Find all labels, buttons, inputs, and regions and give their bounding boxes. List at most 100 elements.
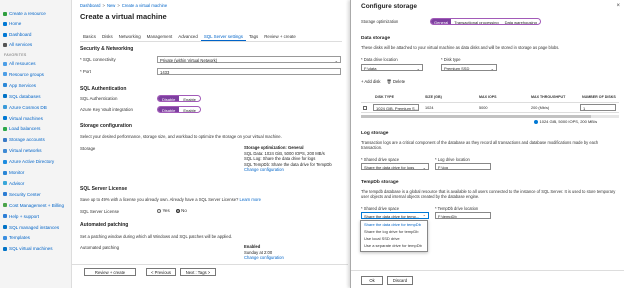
opt-data-warehousing[interactable]: Data warehousing [502, 19, 540, 24]
row-checkbox[interactable] [363, 106, 367, 110]
sidebar-item-label: App Services [9, 82, 37, 88]
change-patching-config-link[interactable]: Change configuration [244, 255, 284, 261]
chevron-down-icon: ⌄ [490, 65, 494, 71]
sidebar-item-storage-accounts[interactable]: Storage accounts [3, 136, 45, 143]
dropdown-option[interactable]: Use local SSD drive [361, 235, 427, 242]
tab-basics[interactable]: Basics [80, 33, 99, 41]
toggle-enable[interactable]: Enable [179, 107, 199, 112]
sidebar-item-label: Azure Cosmos DB [9, 104, 47, 110]
breadcrumb-create-vm[interactable]: Create a virtual machine [122, 3, 167, 8]
disk-type-cell-select[interactable]: 1024 GiB, Premium S... [373, 104, 419, 111]
col-max-iops: MAX IOPS [479, 95, 497, 99]
balance-icon [3, 126, 7, 131]
sidebar-item-sql-virtual-machines[interactable]: SQL virtual machines [3, 245, 53, 252]
next-button[interactable]: Next : Tags > [180, 268, 216, 276]
ok-button[interactable]: Ok [361, 276, 383, 285]
dropdown-option[interactable]: Share the log drive for tempDb [361, 228, 427, 235]
database-icon [3, 94, 7, 99]
sidebar-item-label: SQL managed instances [9, 224, 60, 230]
storage-section-title: Storage configuration [80, 123, 132, 129]
sidebar-item-label: Monitor [9, 170, 25, 175]
breadcrumb-dashboard[interactable]: Dashboard [80, 3, 101, 8]
sidebar-item-create-resource[interactable]: Create a resource [3, 10, 46, 17]
sqlvm-icon [3, 246, 7, 251]
sidebar-item-home[interactable]: Home [3, 20, 21, 27]
favorites-header: FAVORITES [4, 53, 27, 57]
tab-management[interactable]: Management [144, 33, 176, 41]
security-section-title: Security & Networking [80, 46, 134, 52]
breadcrumb-new[interactable]: New [107, 3, 115, 8]
sidebar-item-help-support[interactable]: Help + support [3, 213, 39, 220]
storage-summary-info: 1024 GiB, 5000 IOPS, 200 MB/s [534, 119, 597, 124]
delete-button[interactable]: 🗑 Delete [386, 79, 405, 85]
port-input[interactable]: 1433 [157, 68, 341, 75]
opt-transactional[interactable]: Transactional processing [451, 19, 501, 24]
sidebar-item-virtual-machines[interactable]: Virtual machines [3, 115, 43, 122]
keyvault-toggle[interactable]: Disable Enable [157, 106, 201, 113]
disk-type-select[interactable]: Premium SSD ⌄ [441, 64, 497, 71]
tempdb-shared-drive-select[interactable]: Share the data drive for temp... ⌃ [361, 212, 429, 219]
tempdb-drive-location-label: * TempDb drive location [435, 206, 479, 211]
sidebar-item-dashboard[interactable]: Dashboard [3, 31, 31, 38]
log-drive-location-label: * Log drive location [435, 157, 470, 162]
col-disk-type: DISK TYPE [375, 95, 394, 99]
storage-optimization-label: Storage optimization [361, 19, 399, 24]
sidebar-item-resource-groups[interactable]: Resource groups [3, 71, 44, 78]
number-of-disks-input[interactable]: 1 [580, 104, 616, 111]
review-create-button[interactable]: Review + create [84, 268, 136, 276]
tempdb-storage-title: TempDb storage [361, 180, 399, 185]
home-icon [3, 21, 7, 26]
storage-label: Storage [80, 146, 96, 151]
toggle-disable[interactable]: Disable [158, 107, 180, 112]
license-no-radio[interactable]: No [175, 208, 187, 213]
add-disk-button[interactable]: + Add disk [361, 79, 380, 85]
tempdb-drive-location-input[interactable]: F:\tempDb [435, 212, 491, 219]
data-drive-location-select[interactable]: F:\data ⌄ [361, 64, 423, 71]
patching-description: Set a patching window during which all W… [80, 234, 233, 239]
sidebar-item-advisor[interactable]: Advisor [3, 180, 24, 187]
grid-icon [3, 61, 7, 66]
sidebar-item-templates[interactable]: Templates [3, 234, 30, 241]
dropdown-option[interactable]: Use a separate drive for tempDb [361, 242, 427, 249]
tab-review-create[interactable]: Review + create [261, 33, 299, 41]
sidebar-item-load-balancers[interactable]: Load balancers [3, 125, 40, 132]
sidebar-item-label: Load balancers [9, 126, 41, 132]
tab-tags[interactable]: Tags [246, 33, 261, 41]
port-label: * Port [80, 69, 91, 74]
change-storage-config-link[interactable]: Change configuration [244, 167, 332, 173]
tab-disks[interactable]: Disks [99, 33, 116, 41]
toggle-disable[interactable]: Disable [158, 96, 180, 101]
dropdown-option[interactable]: Share the data drive for tempDb [361, 221, 427, 228]
storage-optimization-toggle[interactable]: General Transactional processing Data wa… [430, 18, 541, 25]
close-icon[interactable]: × [616, 3, 620, 9]
sidebar-item-azure-active-directory[interactable]: Azure Active Directory [3, 158, 54, 165]
sidebar-item-virtual-networks[interactable]: Virtual networks [3, 147, 42, 154]
sidebar-item-azure-cosmos-db[interactable]: Azure Cosmos DB [3, 104, 47, 111]
sidebar-item-app-services[interactable]: App Services [3, 82, 36, 89]
sidebar-item-label: Cost Management + Billing [9, 202, 65, 208]
log-drive-location-input[interactable]: F:\log [435, 163, 491, 170]
advisor-icon [3, 181, 7, 186]
log-shared-drive-select[interactable]: Share the data drive for logs ⌄ [361, 163, 429, 170]
license-yes-radio[interactable]: Yes [157, 208, 170, 213]
tab-advanced[interactable]: Advanced [175, 33, 201, 41]
sidebar-item-all-services[interactable]: All services [3, 41, 32, 48]
sidebar-item-monitor[interactable]: Monitor [3, 169, 24, 176]
sql-connectivity-select[interactable]: Private (within Virtual Network) ⌄ [157, 56, 341, 63]
info-icon [534, 119, 538, 124]
sidebar-item-all-resources[interactable]: All resources [3, 60, 36, 67]
horizontal-scrollbar[interactable] [361, 115, 619, 118]
sidebar-item-cost-management-billing[interactable]: Cost Management + Billing [3, 202, 64, 209]
sidebar-item-sql-managed-instances[interactable]: SQL managed instances [3, 224, 59, 231]
learn-more-link[interactable]: Learn more [240, 197, 261, 202]
tab-sql-server-settings[interactable]: SQL Server settings [200, 33, 246, 41]
previous-button[interactable]: < Previous [146, 268, 176, 276]
tab-networking[interactable]: Networking [116, 33, 144, 41]
sidebar-item-label: Azure Active Directory [9, 159, 55, 165]
sql-auth-toggle[interactable]: Disable Enable [157, 95, 201, 102]
sidebar-item-sql-databases[interactable]: SQL databases [3, 93, 41, 100]
opt-general[interactable]: General [431, 19, 452, 24]
discard-button[interactable]: Discard [387, 276, 413, 285]
toggle-enable[interactable]: Enable [179, 96, 199, 101]
sidebar-item-security-center[interactable]: Security Center [3, 191, 41, 198]
